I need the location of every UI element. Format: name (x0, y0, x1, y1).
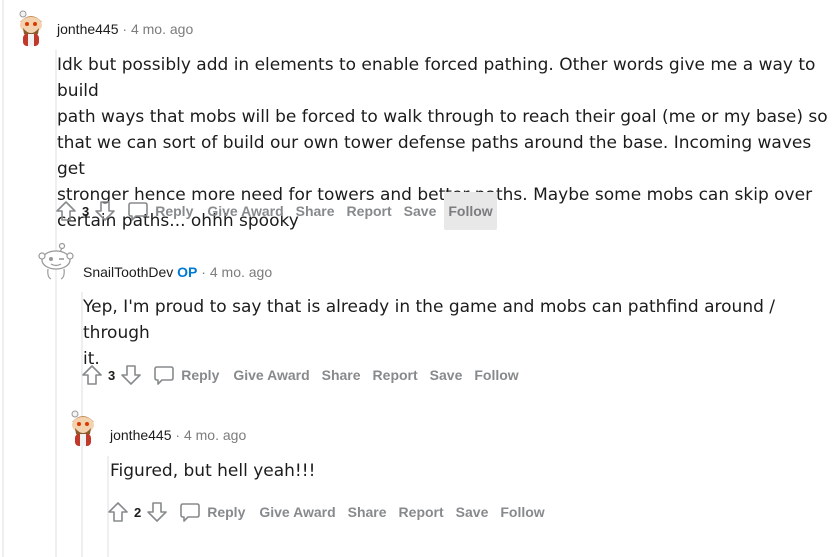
op-badge: OP (177, 264, 198, 280)
comment-timestamp[interactable]: 4 mo. ago (131, 21, 193, 37)
comment-body-line: Yep, I'm proud to say that is already in… (83, 297, 776, 343)
upvote-arrow-icon[interactable] (106, 500, 130, 524)
comment-timestamp[interactable]: 4 mo. ago (210, 264, 272, 280)
snoo-avatar-icon[interactable] (12, 8, 50, 46)
comment-action-bar: 3 Reply Give Award Share Report Save Fol… (80, 358, 523, 392)
share-button[interactable]: Share (292, 195, 339, 227)
report-button[interactable]: Report (343, 195, 396, 227)
share-button[interactable]: Share (318, 359, 365, 391)
comment-body-line: Idk but possibly add in elements to enab… (57, 55, 816, 101)
downvote-arrow-icon[interactable] (93, 199, 117, 223)
follow-button[interactable]: Follow (496, 496, 548, 528)
comment-action-bar: 2 Reply Give Award Share Report Save Fol… (106, 495, 549, 529)
save-button[interactable]: Save (400, 195, 441, 227)
speech-bubble-icon (128, 202, 149, 221)
vote-score: 3 (82, 203, 90, 219)
follow-button[interactable]: Follow (444, 192, 497, 230)
vote-score: 3 (108, 367, 116, 383)
meta-separator: · (175, 427, 181, 443)
save-button[interactable]: Save (452, 496, 493, 528)
save-button[interactable]: Save (426, 359, 467, 391)
report-button[interactable]: Report (369, 359, 422, 391)
give-award-button[interactable]: Give Award (229, 359, 313, 391)
report-button[interactable]: Report (395, 496, 448, 528)
reply-button[interactable]: Reply (125, 195, 195, 227)
thread-line[interactable] (2, 0, 4, 557)
comment-body-line: path ways that mobs will be forced to wa… (57, 107, 828, 127)
snoo-avatar-icon[interactable] (37, 242, 75, 280)
reply-button[interactable]: Reply (151, 359, 221, 391)
comment-body-line: that we can sort of build our own tower … (57, 133, 812, 179)
reply-label: Reply (181, 367, 220, 383)
author-name[interactable]: jonthe445 (110, 427, 172, 443)
comment-body-line: Figured, but hell yeah!!! (110, 461, 316, 481)
follow-button[interactable]: Follow (470, 359, 522, 391)
give-award-button[interactable]: Give Award (203, 195, 287, 227)
meta-separator: · (122, 21, 128, 37)
comment-action-bar: 3 Reply Give Award Share Report Save Fol… (54, 192, 497, 230)
reply-label: Reply (155, 203, 194, 219)
speech-bubble-icon (154, 366, 175, 385)
upvote-arrow-icon[interactable] (54, 199, 78, 223)
reply-label: Reply (207, 504, 246, 520)
share-button[interactable]: Share (344, 496, 391, 528)
snoo-avatar-icon[interactable] (64, 408, 102, 446)
downvote-arrow-icon[interactable] (145, 500, 169, 524)
comment-body: Figured, but hell yeah!!! (110, 458, 315, 484)
comment-meta: jonthe445 · 4 mo. ago (110, 427, 246, 443)
comment-meta: SnailToothDev OP · 4 mo. ago (83, 264, 272, 280)
downvote-arrow-icon[interactable] (119, 363, 143, 387)
speech-bubble-icon (180, 503, 201, 522)
reply-button[interactable]: Reply (177, 496, 247, 528)
give-award-button[interactable]: Give Award (255, 496, 339, 528)
upvote-arrow-icon[interactable] (80, 363, 104, 387)
meta-separator: · (201, 264, 206, 280)
author-name[interactable]: jonthe445 (57, 21, 119, 37)
author-name[interactable]: SnailToothDev (83, 264, 173, 280)
vote-score: 2 (134, 504, 142, 520)
comment-meta: jonthe445 · 4 mo. ago (57, 21, 193, 37)
comment-timestamp[interactable]: 4 mo. ago (184, 427, 246, 443)
